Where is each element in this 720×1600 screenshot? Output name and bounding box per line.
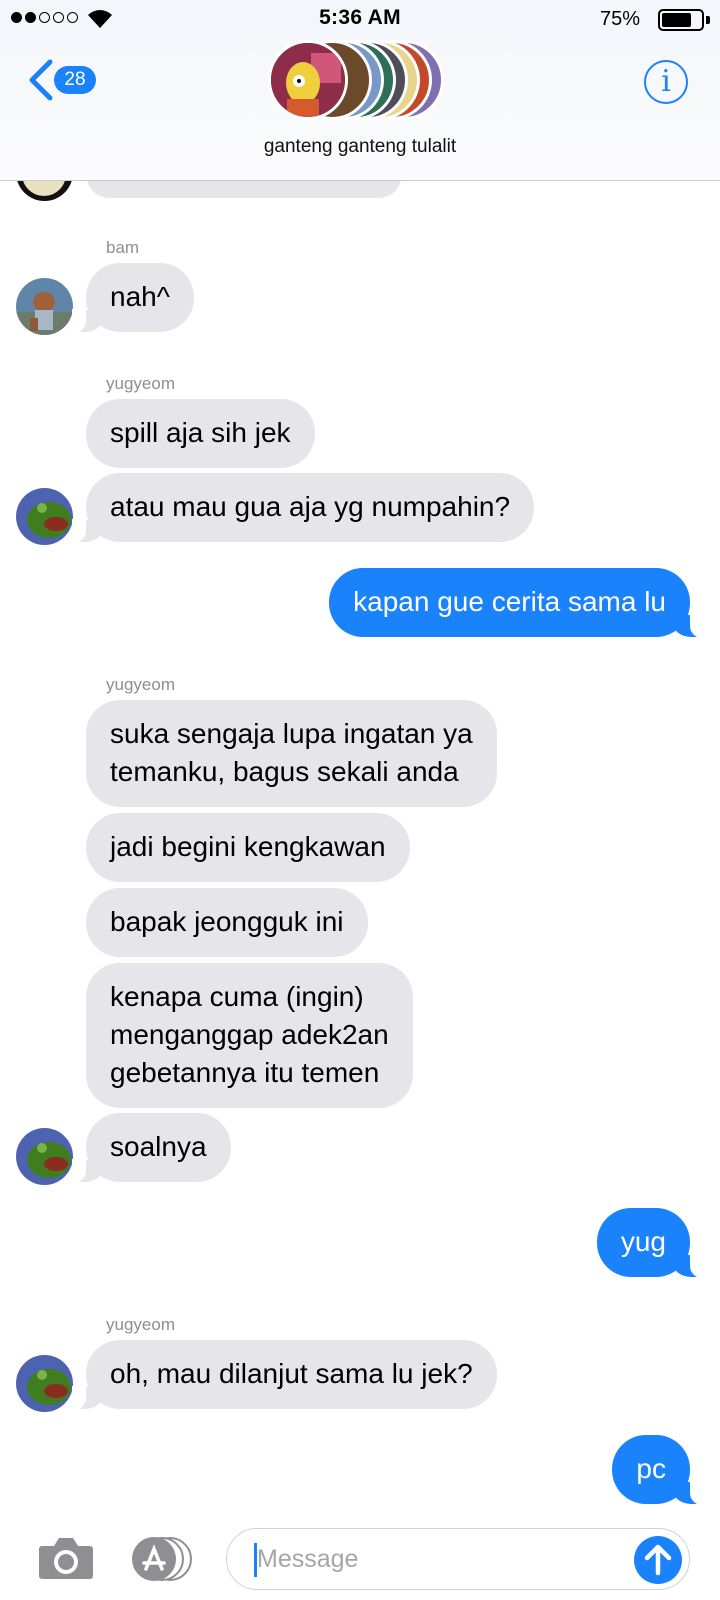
battery-icon (658, 9, 704, 31)
avatar[interactable] (16, 1128, 73, 1185)
message-text: kapan gue cerita sama lu (353, 586, 666, 617)
message-text: atau mau gua aja yg numpahin? (110, 491, 511, 522)
message-bubble[interactable]: suka sengaja lupa ingatan ya temanku, ba… (86, 700, 497, 807)
group-member-avatar (268, 40, 348, 120)
message-text: yug (620, 1226, 666, 1257)
message-text: bapak jeongguk ini (110, 906, 344, 937)
message-text: jadi begini kengkawan (110, 831, 386, 862)
message-text: soalnya (110, 1131, 207, 1162)
message-text: oh, mau dilanjut sama lu jek? (110, 1358, 473, 1389)
message-bubble[interactable]: oh, mau dilanjut sama lu jek? (72, 1340, 497, 1410)
message-text-line: temanku, bagus sekali anda (110, 756, 459, 787)
message-text-line: menganggap adek2an (110, 1019, 389, 1050)
avatar[interactable] (16, 1355, 73, 1412)
message-bubble[interactable]: kenapa cuma (ingin) menganggap adek2an g… (86, 963, 413, 1108)
battery-percentage: 75% (599, 8, 640, 30)
message-text-line: kenapa cuma (ingin) (110, 981, 364, 1012)
message-bubble-outgoing[interactable]: pc (612, 1435, 704, 1505)
message-text-line: suka sengaja lupa ingatan ya (110, 718, 473, 749)
back-button[interactable]: 28 (26, 58, 96, 102)
message-bubble-outgoing[interactable]: kapan gue cerita sama lu (329, 568, 704, 638)
sender-name: bam (106, 238, 140, 257)
arrow-up-icon (644, 1544, 672, 1576)
message-text: spill aja sih jek (110, 417, 291, 448)
message-input[interactable] (226, 1528, 690, 1590)
message-bubble-outgoing[interactable]: yug (596, 1208, 705, 1278)
send-button[interactable] (634, 1536, 682, 1584)
group-avatar-stack[interactable] (268, 40, 454, 122)
message-bubble[interactable]: nah^ (72, 263, 194, 333)
message-text: pc (636, 1453, 666, 1484)
message-bubble[interactable]: bapak jeongguk ini (86, 888, 368, 957)
app-store-icon[interactable] (128, 1536, 194, 1582)
message-thread[interactable]: bam nah^ yugyeom spill aja sih jek atau … (0, 0, 720, 1600)
message-bubble[interactable]: jadi begini kengkawan (86, 813, 410, 882)
camera-icon[interactable] (38, 1534, 94, 1580)
battery-cap (706, 16, 710, 24)
info-button[interactable]: i (644, 60, 688, 104)
status-bar: 5:36 AM 75% (0, 0, 720, 40)
unread-count-badge: 28 (54, 66, 96, 94)
message-text-line: gebetannya itu temen (110, 1057, 380, 1088)
sender-name: yugyeom (106, 675, 175, 694)
message-bubble[interactable]: soalnya (72, 1113, 231, 1183)
avatar[interactable] (16, 278, 73, 335)
message-text: nah^ (110, 281, 170, 312)
info-icon: i (661, 64, 671, 99)
sender-name: yugyeom (106, 1315, 175, 1334)
chevron-left-icon (29, 59, 53, 101)
sender-name: yugyeom (106, 374, 175, 393)
message-composer (0, 1512, 720, 1600)
conversation-header: 5:36 AM 75% 28 ganteng ganteng tulalit i (0, 0, 720, 181)
avatar[interactable] (16, 488, 73, 545)
text-cursor (254, 1543, 257, 1577)
group-name[interactable]: ganteng ganteng tulalit (0, 136, 720, 158)
message-bubble[interactable]: atau mau gua aja yg numpahin? (71, 473, 535, 543)
message-bubble[interactable]: spill aja sih jek (86, 399, 315, 468)
